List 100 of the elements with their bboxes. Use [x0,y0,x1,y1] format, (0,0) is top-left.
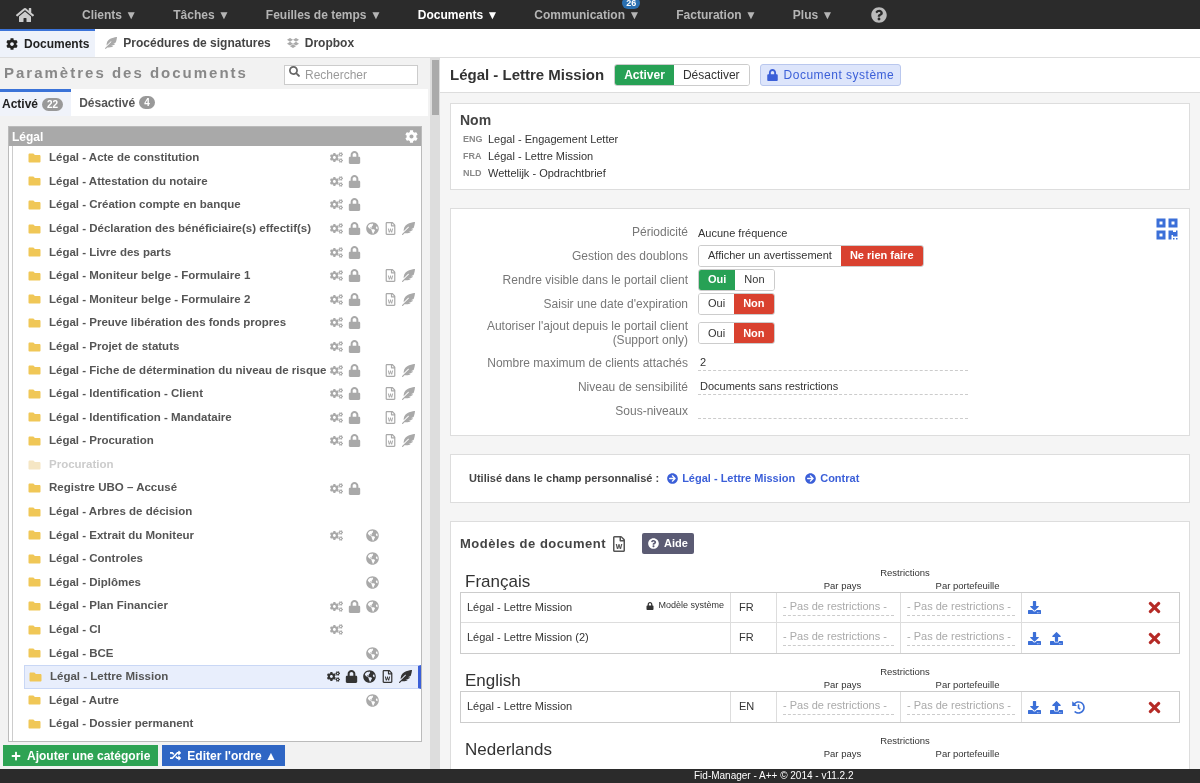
search-field[interactable]: Rechercher [284,64,418,85]
document-type-item[interactable]: Légal - Identification - Client [24,381,421,406]
download-icon[interactable] [1028,601,1041,614]
column-header: Par portefeuille [934,579,1001,592]
sub-tab[interactable]: Procédures de signatures [99,29,277,57]
language-code: NLD [462,166,483,180]
language-code: EN [739,700,755,712]
document-type-item[interactable]: Légal - Plan Financier [24,594,421,618]
document-type-item[interactable]: Légal - Attestation du notaire [24,169,421,194]
toggle-option[interactable]: Non [734,323,774,343]
setting-label: Périodicité [631,224,688,239]
document-type-item[interactable]: Légal - Moniteur belge - Formulaire 2 [24,287,421,312]
shuffle-icon [170,750,182,761]
nav-menu-item[interactable]: Tâches ▼ [155,0,248,29]
document-type-item[interactable]: Légal - BCE [24,641,421,666]
custom-field-link[interactable]: Légal - Lettre Mission [667,470,796,487]
column-header: Par pays [822,678,863,691]
document-type-item[interactable]: Registre UBO – Accusé [24,476,421,500]
nav-menu-item[interactable]: Plus ▼ [774,0,852,29]
arrow-icon [805,473,817,484]
feather-icon [105,37,118,49]
setting-label: Autoriser l'ajout depuis le portail client [486,319,688,333]
download-icon[interactable] [1028,700,1041,714]
document-type-item[interactable]: Légal - Acte de constitution [24,146,421,170]
setting-field[interactable]: Documents sans restrictions [698,378,968,395]
qr-code-icon[interactable] [1155,217,1179,241]
document-type-item[interactable]: Légal - Moniteur belge - Formulaire 1 [24,263,421,288]
column-group-header: Restrictions [880,665,930,678]
home-icon[interactable] [16,5,34,24]
nav-menu-item[interactable]: Feuilles de temps ▼ [247,0,400,29]
nav-menu-item[interactable]: Documents ▼ [399,0,517,29]
help-button[interactable]: Aide [642,533,694,554]
document-type-item[interactable]: Légal - Création compte en banque [24,193,421,217]
system-document-badge: Document système [759,64,902,86]
language-code: ENG [462,132,484,146]
word-file-icon [612,535,627,552]
help-icon[interactable] [871,6,888,23]
document-type-item[interactable]: Légal - Arbres de décision [24,499,421,524]
template-name: Légal - Lettre Mission [467,699,573,714]
column-header: Par pays [822,579,863,592]
document-type-item[interactable]: Légal - Controles [24,547,421,571]
document-type-item[interactable]: Légal - Identification - Mandataire [24,405,421,430]
section-title: Modèles de document [460,534,607,553]
language-code: FR [739,601,754,613]
delete-icon[interactable] [1146,599,1163,616]
document-type-item[interactable]: Légal - Dossier permanent [24,712,421,736]
template-name: Légal - Lettre Mission (2) [467,630,589,645]
scrollbar-thumb[interactable] [431,60,439,115]
column-group-header: Restrictions [880,734,930,747]
document-type-item[interactable]: Légal - Projet de statuts [24,334,421,359]
document-type-item[interactable]: Légal - Lettre Mission [24,665,421,689]
language-heading: Français [465,572,532,592]
nav-menu-item[interactable]: Communication ▼ 26 [516,0,659,29]
document-type-item[interactable]: Légal - Fiche de détermination du niveau de risque [24,358,421,382]
setting-field[interactable]: 2 [698,354,968,371]
nav-menu-item[interactable]: Facturation ▼ [658,0,775,29]
count-badge: 26 [622,0,641,9]
document-type-item[interactable]: Légal - Extrait du Moniteur [24,523,421,548]
sub-tab[interactable]: Documents [0,29,96,57]
download-icon[interactable] [1028,631,1041,645]
document-type-item[interactable]: Légal - Preuve libération des fonds propres [24,311,421,335]
filter-tab[interactable]: Désactivé 4 [77,89,163,116]
system-template-label: Modèle système [646,599,724,613]
history-icon[interactable] [1072,700,1085,714]
category-title: Légal [12,128,44,146]
toggle-option[interactable]: Non [734,293,774,314]
document-type-item[interactable]: Légal - CI [24,617,421,642]
custom-field-link[interactable]: Contrat [805,470,860,487]
plus-icon [11,750,21,761]
custom-field-label: Utilisé dans le champ personnalisé : [469,471,660,487]
name-value: Légal - Lettre Mission [488,149,594,165]
column-header: Par pays [822,747,863,760]
document-type-item[interactable]: Légal - Procuration [24,429,421,453]
toggle-option[interactable]: Ne rien faire [840,245,923,266]
name-value: Legal - Engagement Letter [488,132,619,148]
document-type-item[interactable]: Légal - Autre [24,688,421,713]
nav-menu-item[interactable]: Clients ▼ [64,0,156,29]
setting-label: Nombre maximum de clients attachés [487,355,688,370]
count-badge: 22 [42,97,64,111]
document-title: Légal - Lettre Mission [450,64,605,85]
language-heading: Nederlands [465,740,553,760]
filter-tab[interactable]: Activé 22 [0,89,72,116]
document-type-item[interactable]: Légal - Livre des parts [24,240,421,264]
panel-title: Paramètres des documents [4,63,248,84]
column-header: Par portefeuille [934,678,1001,691]
document-type-item[interactable]: Légal - Diplômes [24,570,421,595]
setting-label: Saisir une date d'expiration [543,296,688,311]
footer-text: Fid-Manager - A++ © 2014 - v11.2.2 [694,770,854,782]
name-value: Wettelijk - Opdrachtbrief [488,166,606,182]
setting-value: Aucune fréquence [698,226,788,239]
upload-icon[interactable] [1050,631,1063,645]
document-type-item[interactable]: Légal - Déclaration des bénéficiaire(s) effectif(s) [24,216,421,241]
gear-icon [6,38,18,50]
column-group-header: Restrictions [880,566,930,579]
setting-label: Niveau de sensibilité [577,379,688,394]
lock-icon [646,601,655,610]
edit-order-button[interactable]: Editer l'ordre ▲ [162,745,285,766]
sub-tab[interactable]: Dropbox [280,29,361,57]
upload-icon[interactable] [1050,700,1063,714]
lock-icon [766,69,778,81]
